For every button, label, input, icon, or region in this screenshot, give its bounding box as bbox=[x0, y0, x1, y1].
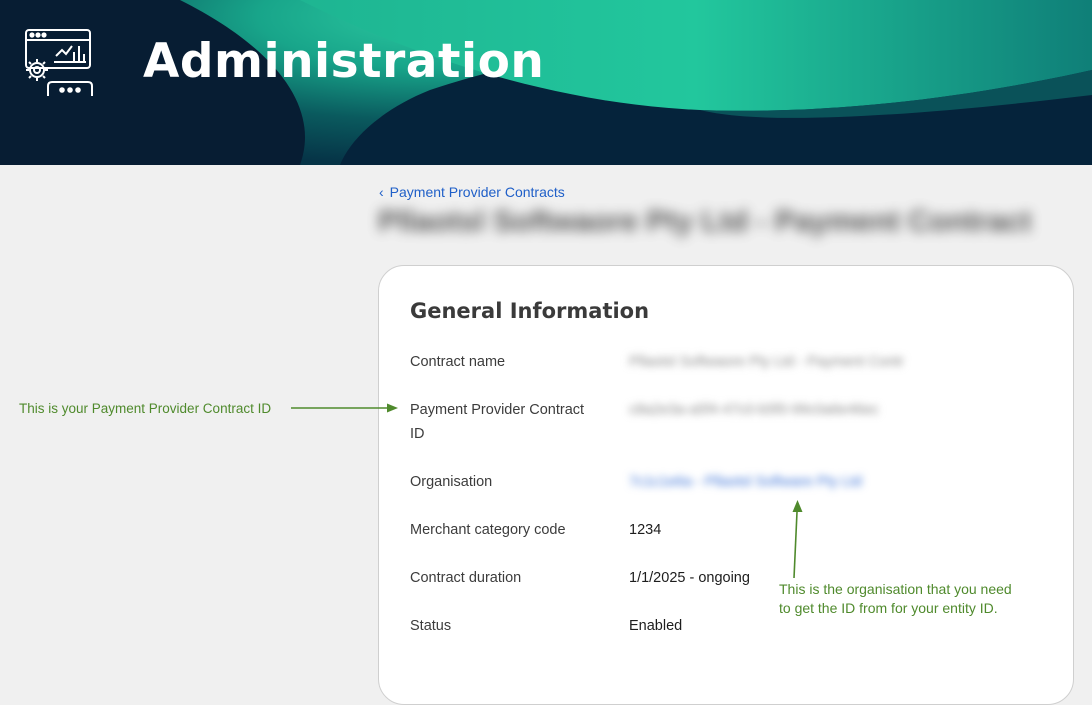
page-title: Pllaotsl Softwaore Pty Ltd - Payment Con… bbox=[378, 205, 1032, 238]
annotation-organisation-line1: This is the organisation that you need bbox=[779, 581, 1012, 597]
annotation-contract-id: This is your Payment Provider Contract I… bbox=[19, 401, 272, 416]
merchant-category-code-label: Merchant category code bbox=[410, 522, 566, 538]
card-title: General Information bbox=[410, 299, 650, 323]
annotation-organisation-line2: to get the ID from for your entity ID. bbox=[779, 600, 998, 616]
contract-name-value: Pllaotsl Softwaore Pty Ltd - Payment Con… bbox=[629, 354, 904, 370]
contract-duration-value: 1/1/2025 - ongoing bbox=[629, 570, 750, 586]
merchant-category-code-value: 1234 bbox=[629, 522, 662, 538]
organisation-label: Organisation bbox=[410, 474, 493, 490]
organisation-link[interactable]: 7c1c1e6a - Pllaotsl Software Pty Ltd bbox=[629, 470, 862, 494]
contract-duration-label: Contract duration bbox=[410, 570, 522, 586]
app-title: Administration bbox=[143, 34, 545, 89]
breadcrumb-back-link[interactable]: ‹ Payment Provider Contracts bbox=[379, 184, 565, 200]
chevron-left-icon: ‹ bbox=[379, 184, 384, 200]
breadcrumb-label: Payment Provider Contracts bbox=[389, 184, 565, 200]
general-information-card: General Information Contract name Pllaot… bbox=[378, 265, 1074, 705]
contract-name-label: Contract name bbox=[410, 354, 506, 370]
contract-id-value: c8a2e3a-a5f4-47c0-b5f0-99c0a6e46ec bbox=[629, 402, 879, 418]
header-banner: Administration bbox=[0, 0, 1092, 165]
status-label: Status bbox=[410, 618, 452, 634]
status-value: Enabled bbox=[629, 618, 683, 634]
contract-id-label: Payment Provider Contract ID bbox=[410, 402, 585, 442]
admin-dashboard-gear-icon bbox=[25, 29, 93, 96]
